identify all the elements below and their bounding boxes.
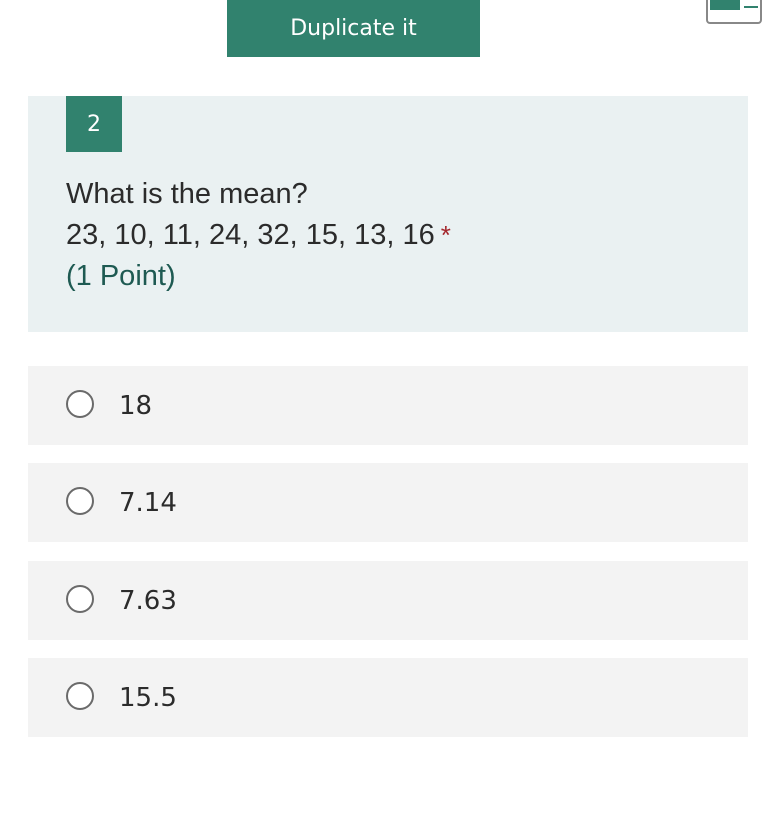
answer-option-label: 7.14 [119, 487, 177, 518]
answer-option-2[interactable]: 7.14 [28, 463, 748, 542]
question-title: What is the mean? 23, 10, 11, 24, 32, 15… [66, 174, 451, 297]
window-icon-fill [710, 0, 740, 10]
window-icon-line [744, 6, 758, 8]
radio-button[interactable] [66, 682, 94, 710]
answer-option-3[interactable]: 7.63 [28, 561, 748, 640]
question-card: 2 What is the mean? 23, 10, 11, 24, 32, … [28, 96, 748, 332]
question-title-line1: What is the mean? [66, 178, 308, 210]
answer-option-label: 18 [119, 390, 153, 421]
duplicate-it-button[interactable]: Duplicate it [227, 0, 480, 57]
radio-button[interactable] [66, 585, 94, 613]
answer-option-4[interactable]: 15.5 [28, 658, 748, 737]
question-number-badge: 2 [66, 96, 122, 152]
question-title-line2-wrap: 23, 10, 11, 24, 32, 15, 13, 16 * [66, 215, 451, 256]
window-icon[interactable] [706, 0, 762, 24]
required-asterisk: * [440, 220, 451, 250]
answer-option-label: 7.63 [119, 585, 177, 616]
question-title-line2: 23, 10, 11, 24, 32, 15, 13, 16 [66, 219, 435, 251]
answer-option-1[interactable]: 18 [28, 366, 748, 445]
radio-button[interactable] [66, 390, 94, 418]
radio-button[interactable] [66, 487, 94, 515]
question-points: (1 Point) [66, 260, 176, 292]
answer-option-label: 15.5 [119, 682, 177, 713]
